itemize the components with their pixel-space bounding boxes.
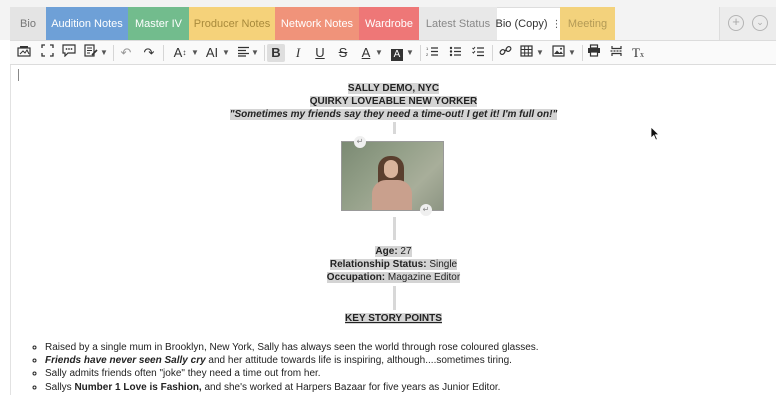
clear-formatting-button[interactable]: Tx [630, 44, 646, 62]
tab-master-iv[interactable]: Master IV [128, 7, 189, 40]
chevron-down-icon[interactable]: ▼ [375, 44, 383, 62]
profile-photo[interactable] [341, 141, 444, 211]
link-icon[interactable] [497, 44, 513, 62]
toolbar-divider [420, 45, 421, 61]
chevron-down-icon[interactable]: ▼ [406, 44, 414, 62]
table-icon[interactable] [518, 44, 534, 62]
occupation-line: Occupation: Magazine Editor [11, 271, 776, 284]
text-caret [18, 69, 19, 81]
chevron-down-icon[interactable]: ▼ [568, 44, 576, 62]
print-icon[interactable] [586, 44, 602, 62]
undo-icon[interactable]: ↶ [118, 44, 134, 62]
toolbar-divider [492, 45, 493, 61]
toolbar-divider [163, 45, 164, 61]
toolbar-divider [582, 45, 583, 61]
clear-formatting-icon: T [632, 45, 640, 60]
list-item: Friends have never seen Sally cry and he… [45, 354, 745, 367]
svg-text:2: 2 [426, 52, 429, 57]
edit-note-icon[interactable] [83, 44, 99, 62]
list-item-bold: Friends have never seen Sally cry [45, 355, 206, 367]
tab-actions: + ⌄ [719, 7, 776, 40]
heading-name-text: SALLY DEMO, NYC [347, 83, 440, 94]
occupation-value: Magazine Editor [385, 272, 461, 283]
bullet-list-icon[interactable] [447, 44, 463, 62]
selection-bar [393, 286, 396, 310]
age-label: Age: [375, 246, 398, 257]
template-icon[interactable] [16, 44, 32, 62]
strikethrough-button[interactable]: S [335, 44, 351, 62]
text-color-button[interactable]: A [358, 44, 374, 62]
chevron-down-icon[interactable]: ▼ [222, 44, 230, 62]
numbered-list-icon[interactable]: 12 [424, 44, 440, 62]
selection-bar [393, 217, 396, 240]
plus-circle-icon: + [732, 14, 740, 29]
highlight-button[interactable]: A [390, 44, 404, 62]
list-item-text: Raised by a single mum in Brooklyn, New … [45, 342, 539, 353]
return-icon[interactable]: ↵ [420, 204, 432, 216]
chevron-down-circle-icon: ⌄ [756, 17, 764, 27]
chevron-down-icon[interactable]: ▼ [191, 44, 199, 62]
underline-button[interactable]: U [312, 44, 328, 62]
return-icon[interactable]: ↵ [354, 136, 366, 148]
align-icon[interactable] [235, 44, 251, 62]
chevron-down-icon[interactable]: ▼ [100, 44, 108, 62]
chevron-down-icon[interactable]: ▼ [251, 44, 259, 62]
toolbar-divider [264, 45, 265, 61]
bold-button[interactable]: B [267, 44, 285, 62]
age-line: Age: 27 [11, 245, 776, 258]
tab-wardrobe[interactable]: Wardrobe [359, 7, 419, 40]
add-tab-button[interactable]: + [728, 15, 744, 31]
font-family-button[interactable]: AI [202, 44, 222, 62]
list-item: Sally admits friends often "joke" they n… [45, 367, 745, 380]
tab-bio-copy[interactable]: Bio (Copy) ⋮ [495, 7, 561, 40]
image-icon[interactable] [550, 44, 566, 62]
key-story-points-heading: KEY STORY POINTS [11, 312, 776, 325]
photo-body [372, 180, 412, 210]
tab-bar: Bio Audition Notes Master IV Producer No… [0, 0, 776, 40]
highlight-icon: A [391, 49, 403, 61]
heading-tagline: QUIRKY LOVEABLE NEW YORKER [11, 95, 776, 108]
tab-bio-copy-label: Bio (Copy) [495, 18, 548, 30]
occupation-label: Occupation: [326, 272, 386, 283]
age-value: 27 [397, 246, 412, 257]
heading-name: SALLY DEMO, NYC [11, 82, 776, 95]
fullscreen-icon[interactable] [39, 44, 55, 62]
selection-bar [393, 122, 396, 134]
comment-icon[interactable] [61, 44, 77, 62]
font-size-button[interactable]: A↕ [168, 44, 192, 62]
tab-options-button[interactable]: ⌄ [752, 15, 768, 31]
toolbar-divider [113, 45, 114, 61]
tab-bio[interactable]: Bio [10, 7, 46, 40]
tab-audition-notes[interactable]: Audition Notes [46, 7, 128, 40]
svg-text:1: 1 [426, 46, 429, 51]
relationship-label: Relationship Status: [329, 259, 427, 270]
relationship-value: Single [426, 259, 458, 270]
tab-producer-notes[interactable]: Producer Notes [189, 7, 275, 40]
tab-meeting[interactable]: Meeting [560, 7, 615, 40]
list-item-text: and she's worked at Harpers Bazaar for f… [201, 381, 501, 393]
list-item-text: Sallys [45, 381, 75, 393]
document-editor[interactable]: SALLY DEMO, NYC QUIRKY LOVEABLE NEW YORK… [10, 65, 776, 395]
photo-face [384, 160, 398, 178]
heading-tagline-text: QUIRKY LOVEABLE NEW YORKER [309, 96, 478, 107]
list-item: Sallys Number 1 Love is Fashion, and she… [45, 381, 745, 394]
key-story-points-text: KEY STORY POINTS [345, 313, 442, 324]
tab-network-notes[interactable]: Network Notes [275, 7, 359, 40]
chevron-down-icon[interactable]: ▼ [536, 44, 544, 62]
italic-button[interactable]: I [290, 44, 306, 62]
checklist-icon[interactable] [470, 44, 486, 62]
mouse-cursor-icon [650, 126, 660, 146]
character-quote: "Sometimes my friends say they need a ti… [11, 108, 776, 121]
relationship-line: Relationship Status: Single [11, 258, 776, 271]
page-break-icon[interactable] [608, 44, 624, 62]
list-item: Raised by a single mum in Brooklyn, New … [45, 341, 745, 354]
tab-latest-status[interactable]: Latest Status [419, 7, 497, 40]
story-points-list: Raised by a single mum in Brooklyn, New … [33, 341, 745, 394]
list-item-text: and her attitude towards life is inspiri… [205, 355, 512, 367]
list-item-bold: Number 1 Love is Fashion, [74, 381, 202, 393]
list-item-text: Sally admits friends often "joke" they n… [45, 368, 321, 380]
character-quote-text: "Sometimes my friends say they need a ti… [229, 109, 558, 120]
redo-icon[interactable]: ↷ [141, 44, 157, 62]
editor-toolbar: ▼ ↶ ↷ A↕ ▼ AI ▼ ▼ B I U S A ▼ A ▼ 12 ▼ ▼ [10, 40, 776, 65]
